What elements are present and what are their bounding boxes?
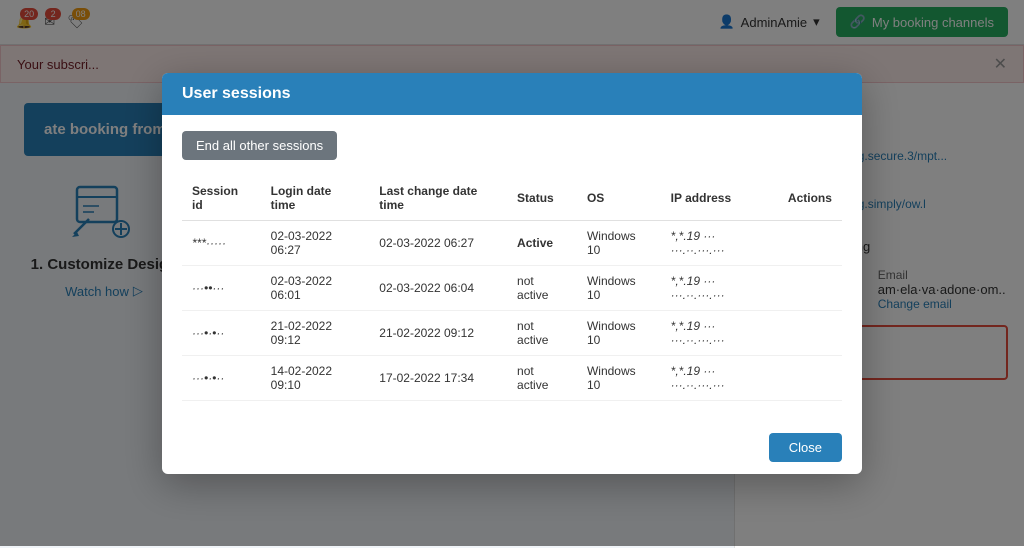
cell-last-change-dt: 02-03-2022 06:27 [369,220,507,265]
col-ip: IP address [661,176,778,221]
cell-os: Windows 10 [577,355,661,400]
col-login-dt: Login date time [261,176,370,221]
cell-last-change-dt: 17-02-2022 17:34 [369,355,507,400]
cell-login-dt: 02-03-2022 06:27 [261,220,370,265]
cell-session-id: ···••··· [182,265,261,310]
modal-body: End all other sessions Session id Login … [162,115,862,421]
cell-ip: *,*.19 ··· ···.··.···.··· [661,220,778,265]
sessions-modal: User sessions End all other sessions Ses… [162,73,862,474]
cell-session-id: ···•·•·· [182,355,261,400]
cell-os: Windows 10 [577,265,661,310]
cell-os: Windows 10 [577,310,661,355]
col-status: Status [507,176,577,221]
cell-status: not active [507,310,577,355]
col-last-change-dt: Last change date time [369,176,507,221]
modal-footer: Close [162,421,862,474]
cell-ip: *,*.19 ··· ···.··.···.··· [661,355,778,400]
cell-ip: *,*.19 ··· ···.··.···.··· [661,265,778,310]
col-actions: Actions [778,176,842,221]
cell-actions [778,355,842,400]
cell-status: not active [507,265,577,310]
sessions-table: Session id Login date time Last change d… [182,176,842,401]
modal-header: User sessions [162,73,862,115]
cell-os: Windows 10 [577,220,661,265]
cell-actions [778,220,842,265]
cell-status: not active [507,355,577,400]
cell-login-dt: 21-02-2022 09:12 [261,310,370,355]
close-modal-btn[interactable]: Close [769,433,842,462]
table-header-row: Session id Login date time Last change d… [182,176,842,221]
table-row: ···•·•·· 21-02-2022 09:12 21-02-2022 09:… [182,310,842,355]
cell-status: Active [507,220,577,265]
end-sessions-btn[interactable]: End all other sessions [182,131,337,160]
cell-ip: *,*.19 ··· ···.··.···.··· [661,310,778,355]
modal-overlay[interactable]: User sessions End all other sessions Ses… [0,0,1024,546]
col-os: OS [577,176,661,221]
table-row: ···••··· 02-03-2022 06:01 02-03-2022 06:… [182,265,842,310]
table-row: ···•·•·· 14-02-2022 09:10 17-02-2022 17:… [182,355,842,400]
cell-login-dt: 02-03-2022 06:01 [261,265,370,310]
cell-actions [778,310,842,355]
cell-last-change-dt: 02-03-2022 06:04 [369,265,507,310]
cell-session-id: ···•·•·· [182,310,261,355]
cell-last-change-dt: 21-02-2022 09:12 [369,310,507,355]
col-session-id: Session id [182,176,261,221]
cell-session-id: ***····· [182,220,261,265]
table-row: ***····· 02-03-2022 06:27 02-03-2022 06:… [182,220,842,265]
cell-login-dt: 14-02-2022 09:10 [261,355,370,400]
modal-title: User sessions [182,85,291,102]
cell-actions [778,265,842,310]
